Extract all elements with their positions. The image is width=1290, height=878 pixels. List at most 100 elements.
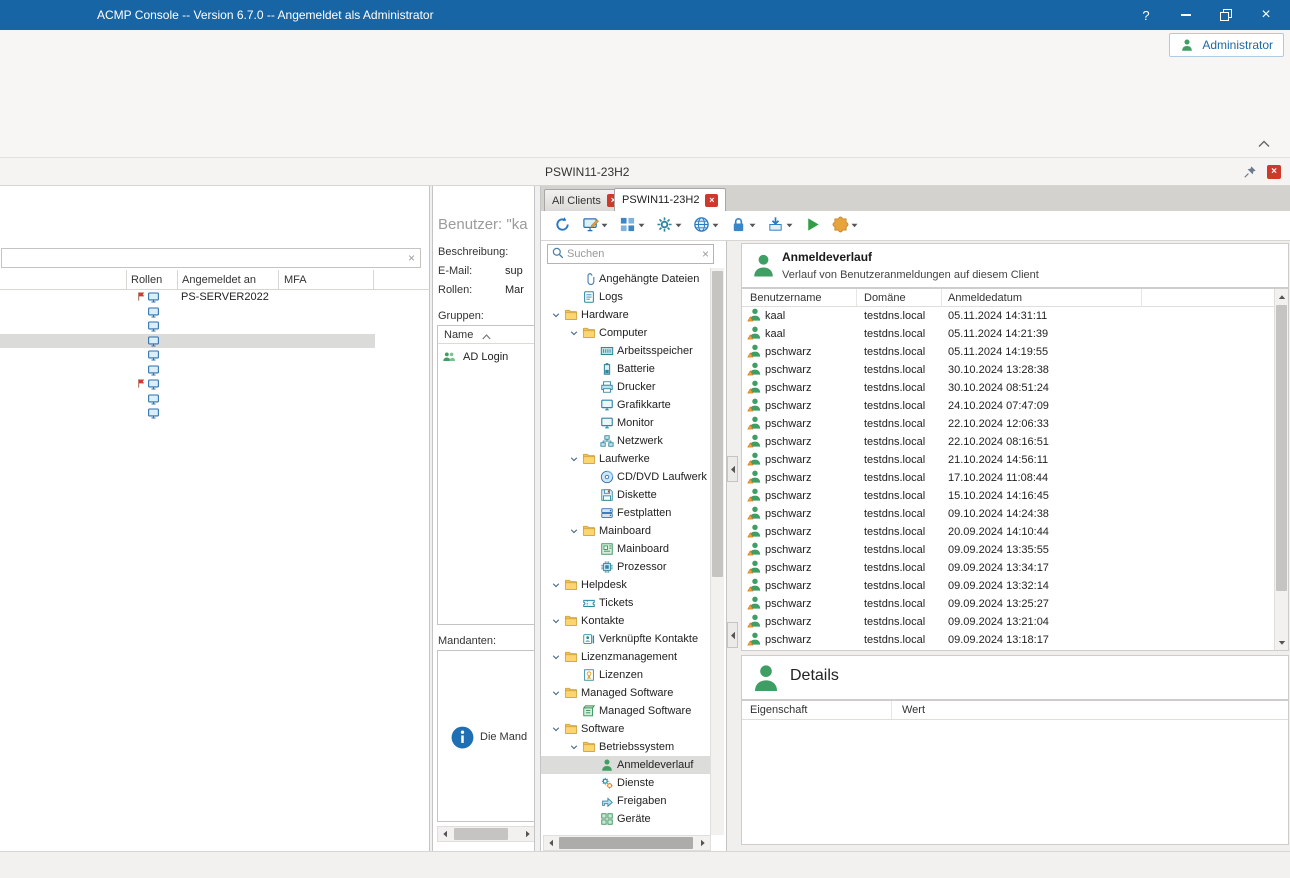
scroll-up-icon[interactable] [1275, 290, 1288, 303]
collapse-ribbon-button[interactable] [1252, 135, 1276, 153]
expander-chevron-down-icon[interactable] [565, 325, 582, 341]
tree-item-helpdesk[interactable]: Helpdesk [541, 576, 710, 594]
client-row[interactable] [0, 377, 430, 392]
expander-chevron-down-icon[interactable] [547, 577, 564, 593]
restore-button[interactable] [1206, 0, 1246, 30]
login-row[interactable]: pschwarztestdns.local09.09.2024 13:32:14 [742, 577, 1274, 595]
tree-item-angehaengte-dateien[interactable]: Angehängte Dateien [541, 270, 710, 288]
view-tiles-button[interactable] [616, 213, 648, 239]
login-row[interactable]: pschwarztestdns.local15.10.2024 14:16:45 [742, 487, 1274, 505]
client-window-close-button[interactable]: × [1267, 165, 1281, 179]
minimize-button[interactable] [1166, 0, 1206, 30]
login-row[interactable]: pschwarztestdns.local09.09.2024 13:21:04 [742, 613, 1274, 631]
user-panel-hscrollbar[interactable] [437, 826, 535, 842]
tree-item-grafikkarte[interactable]: Grafikkarte [541, 396, 710, 414]
client-row[interactable] [0, 319, 430, 334]
client-row[interactable]: PS-SERVER2022 [0, 290, 430, 305]
login-row[interactable]: kaaltestdns.local05.11.2024 14:31:11 [742, 307, 1274, 325]
client-row[interactable] [0, 406, 430, 421]
tree-item-betriebssystem[interactable]: Betriebssystem [541, 738, 710, 756]
tree-item-geraete[interactable]: Geräte [541, 810, 710, 828]
tree-item-logs[interactable]: Logs [541, 288, 710, 306]
expander-chevron-down-icon[interactable] [565, 451, 582, 467]
splitter-collapse-button[interactable] [727, 456, 738, 482]
column-anmeldedatum[interactable]: Anmeldedatum [942, 289, 1142, 306]
expander-chevron-down-icon[interactable] [547, 613, 564, 629]
column-domaene[interactable]: Domäne [857, 289, 942, 306]
tree-item-computer[interactable]: Computer [541, 324, 710, 342]
tree-item-kontakte[interactable]: Kontakte [541, 612, 710, 630]
login-row[interactable]: pschwarztestdns.local21.10.2024 14:56:11 [742, 451, 1274, 469]
tree-item-arbeitsspeicher[interactable]: Arbeitsspeicher [541, 342, 710, 360]
login-row[interactable]: pschwarztestdns.local17.10.2024 11:08:44 [742, 469, 1274, 487]
tree-item-lizenzen[interactable]: Lizenzen [541, 666, 710, 684]
client-row[interactable] [0, 348, 430, 363]
client-filter-input[interactable]: × [1, 248, 421, 268]
tree-item-laufwerke[interactable]: Laufwerke [541, 450, 710, 468]
login-table-vscrollbar[interactable] [1274, 289, 1288, 650]
column-benutzername[interactable]: Benutzername [742, 289, 857, 306]
tree-item-prozessor[interactable]: Prozessor [541, 558, 710, 576]
login-row[interactable]: pschwarztestdns.local24.10.2024 07:47:09 [742, 397, 1274, 415]
login-row[interactable]: pschwarztestdns.local20.09.2024 14:10:44 [742, 523, 1274, 541]
tree-hscrollbar[interactable] [543, 835, 711, 851]
login-row[interactable]: pschwarztestdns.local30.10.2024 13:28:38 [742, 361, 1274, 379]
help-button[interactable]: ? [1126, 0, 1166, 30]
group-item-ad-login[interactable]: AD Login [438, 348, 535, 366]
login-row[interactable]: pschwarztestdns.local09.09.2024 13:25:27 [742, 595, 1274, 613]
login-row[interactable]: pschwarztestdns.local09.10.2024 14:24:38 [742, 505, 1274, 523]
plugin-button[interactable] [829, 213, 861, 239]
column-angemeldet-an[interactable]: Angemeldet an [182, 274, 256, 286]
settings-gear-button[interactable] [653, 213, 685, 239]
tab-pswin11-23h2[interactable]: PSWIN11-23H2 × [614, 188, 726, 211]
column-eigenschaft[interactable]: Eigenschaft [742, 701, 892, 719]
tree-vscrollbar[interactable] [710, 268, 724, 835]
tab-close-icon[interactable]: × [705, 194, 718, 207]
login-row[interactable]: kaaltestdns.local05.11.2024 14:21:39 [742, 325, 1274, 343]
login-row[interactable]: pschwarztestdns.local22.10.2024 08:16:51 [742, 433, 1274, 451]
tree-item-monitor[interactable]: Monitor [541, 414, 710, 432]
remote-globe-button[interactable] [690, 213, 722, 239]
login-row[interactable]: pschwarztestdns.local22.10.2024 12:06:33 [742, 415, 1274, 433]
tree-item-cd-dvd-laufwerk[interactable]: CD/DVD Laufwerk [541, 468, 710, 486]
run-button[interactable] [801, 213, 824, 239]
expander-chevron-down-icon[interactable] [565, 739, 582, 755]
pin-icon[interactable] [1242, 164, 1258, 180]
tree-item-freigaben[interactable]: Freigaben [541, 792, 710, 810]
tree-item-software[interactable]: Software [541, 720, 710, 738]
login-row[interactable]: pschwarztestdns.local09.09.2024 13:18:17 [742, 631, 1274, 649]
administrator-button[interactable]: Administrator [1169, 33, 1284, 57]
scroll-right-icon[interactable] [521, 827, 535, 841]
expander-chevron-down-icon[interactable] [565, 523, 582, 539]
column-wert[interactable]: Wert [892, 704, 925, 716]
scroll-down-icon[interactable] [1275, 636, 1288, 649]
tree-item-anmeldeverlauf[interactable]: Anmeldeverlauf [541, 756, 710, 774]
tree-item-mainboard[interactable]: Mainboard [541, 522, 710, 540]
login-row[interactable]: pschwarztestdns.local09.09.2024 13:35:55 [742, 541, 1274, 559]
tree-item-festplatten[interactable]: Festplatten [541, 504, 710, 522]
security-lock-button[interactable] [727, 213, 759, 239]
groups-column-header[interactable]: Name [438, 326, 535, 344]
scroll-right-icon[interactable] [696, 836, 710, 850]
expander-chevron-down-icon[interactable] [547, 307, 564, 323]
clear-filter-icon[interactable]: × [408, 251, 415, 265]
client-row[interactable] [0, 392, 430, 407]
clear-search-icon[interactable]: × [702, 247, 709, 261]
tree-item-tickets[interactable]: Tickets [541, 594, 710, 612]
column-mfa[interactable]: MFA [284, 274, 307, 286]
client-row[interactable] [0, 363, 430, 378]
tree-item-managed-software[interactable]: Managed Software [541, 702, 710, 720]
tree-item-hardware[interactable]: Hardware [541, 306, 710, 324]
client-command-button[interactable] [579, 213, 611, 239]
login-row[interactable]: pschwarztestdns.local09.09.2024 13:34:17 [742, 559, 1274, 577]
scroll-left-icon[interactable] [544, 836, 558, 850]
search-input[interactable] [567, 248, 699, 260]
deploy-button[interactable] [764, 213, 796, 239]
tree-item-batterie[interactable]: Batterie [541, 360, 710, 378]
tree-item-mainboard[interactable]: Mainboard [541, 540, 710, 558]
refresh-button[interactable] [551, 213, 574, 239]
tree-item-drucker[interactable]: Drucker [541, 378, 710, 396]
expander-chevron-down-icon[interactable] [547, 721, 564, 737]
column-rollen[interactable]: Rollen [131, 274, 162, 286]
login-row[interactable]: pschwarztestdns.local30.10.2024 08:51:24 [742, 379, 1274, 397]
